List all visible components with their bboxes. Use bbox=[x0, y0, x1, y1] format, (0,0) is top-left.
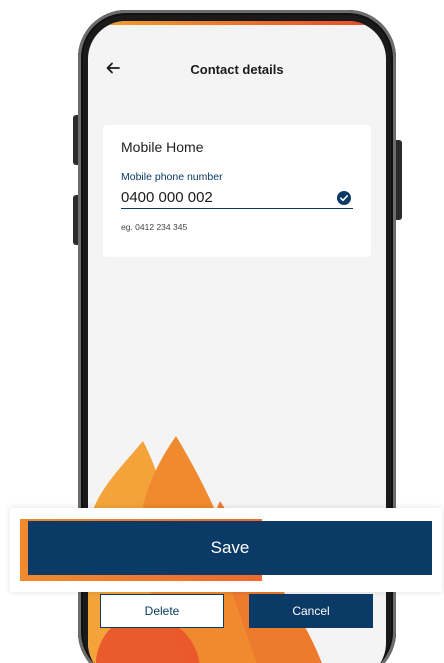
contact-card: Mobile Home Mobile phone number eg. 0412… bbox=[103, 125, 371, 257]
phone-side-button bbox=[396, 140, 402, 220]
app-stage: Contact details Mobile Home Mobile phone… bbox=[0, 0, 444, 663]
delete-button[interactable]: Delete bbox=[100, 594, 224, 628]
save-button[interactable]: Save bbox=[28, 521, 432, 575]
helper-text: eg. 0412 234 345 bbox=[121, 222, 188, 232]
mobile-phone-input[interactable] bbox=[121, 186, 353, 209]
cancel-button[interactable]: Cancel bbox=[249, 594, 373, 628]
card-title: Mobile Home bbox=[121, 139, 204, 155]
mobile-phone-label: Mobile phone number bbox=[121, 171, 223, 183]
page-title: Contact details bbox=[190, 62, 284, 77]
app-header: Contact details bbox=[88, 59, 386, 83]
check-circle-icon bbox=[337, 191, 351, 205]
top-accent-bar bbox=[88, 21, 386, 25]
